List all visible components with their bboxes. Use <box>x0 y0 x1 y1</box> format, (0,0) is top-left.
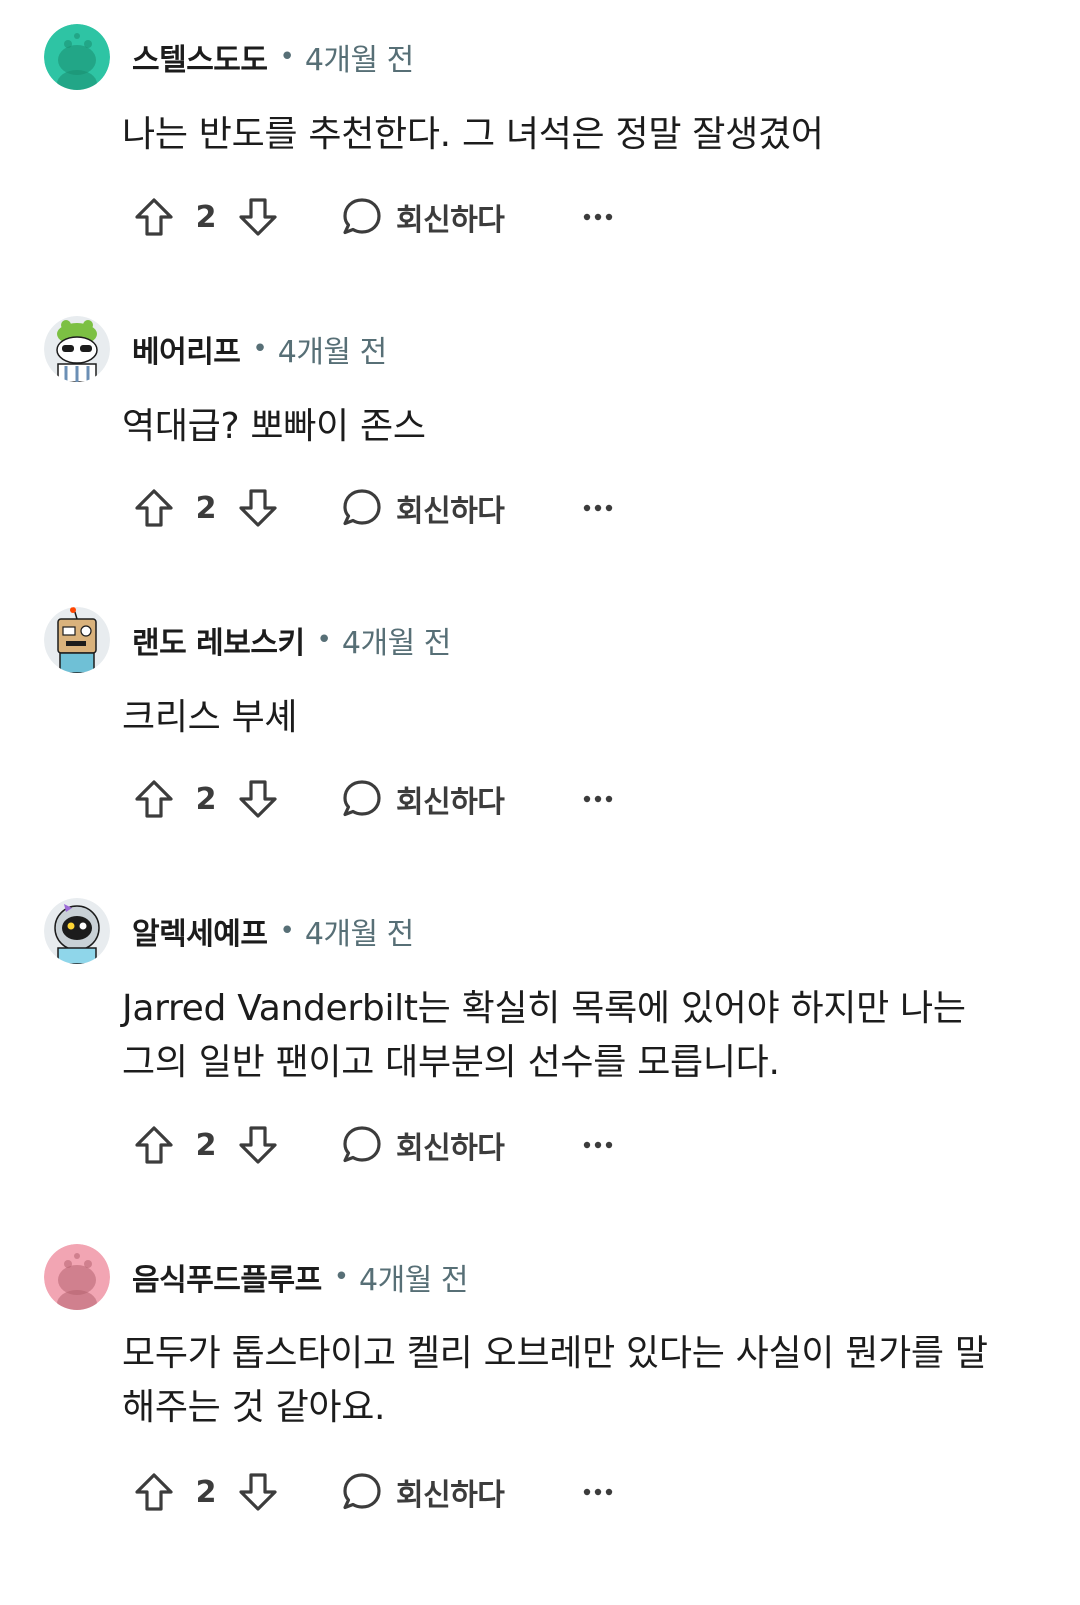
upvote-button[interactable] <box>130 193 178 241</box>
more-options-button[interactable] <box>574 484 622 532</box>
speech-bubble-icon <box>343 1473 381 1510</box>
downvote-button[interactable] <box>234 1468 282 1516</box>
speech-bubble-icon <box>343 198 381 235</box>
username[interactable]: 베어리프 <box>132 327 241 371</box>
comment-actions: 2 회신하다 <box>130 482 622 534</box>
comment-header: 알렉세예프 • 4개월 전 <box>44 898 414 964</box>
username[interactable]: 스텔스도도 <box>132 35 268 79</box>
vote-count: 2 <box>195 1474 217 1510</box>
upvote-arrow-icon <box>135 198 173 236</box>
user-avatar[interactable] <box>44 898 110 964</box>
user-avatar[interactable] <box>44 24 110 90</box>
downvote-arrow-icon <box>239 489 277 527</box>
reply-label: 회신하다 <box>396 1478 505 1513</box>
reply-button[interactable]: 회신하다 <box>340 777 505 821</box>
comment-body: 모두가 톱스타이고 켈리 오브레만 있다는 사실이 뭔가를 말 해주는 것 같아… <box>122 1327 1022 1435</box>
snoo-avatar-frog-hat-icon <box>44 316 110 382</box>
meta-separator: • <box>252 334 268 364</box>
comment-actions: 2 회신하다 <box>130 1466 622 1518</box>
username[interactable]: 랜도 레보스키 <box>132 618 305 662</box>
reply-label: 회신하다 <box>396 785 505 820</box>
meta-separator: • <box>316 625 332 655</box>
more-options-button[interactable] <box>574 775 622 823</box>
reply-button[interactable]: 회신하다 <box>340 486 505 530</box>
timestamp: 4개월 전 <box>341 626 451 661</box>
comment-body: 역대급? 뽀빠이 존스 <box>122 400 1022 454</box>
downvote-arrow-icon <box>239 1126 277 1164</box>
comment-header: 음식푸드플루프 • 4개월 전 <box>44 1244 468 1310</box>
snoo-avatar-box-robot-icon <box>44 607 110 673</box>
vote-count: 2 <box>195 781 217 817</box>
reply-label: 회신하다 <box>396 1131 505 1166</box>
comment-header: 랜도 레보스키 • 4개월 전 <box>44 607 451 673</box>
comment-body: Jarred Vanderbilt는 확실히 목록에 있어야 하지만 나는 그의… <box>122 982 1022 1090</box>
ellipsis-icon <box>584 795 613 803</box>
downvote-button[interactable] <box>234 775 282 823</box>
downvote-arrow-icon <box>239 1473 277 1511</box>
snoo-avatar-astronaut-icon <box>44 898 110 964</box>
comment-body-line: 모두가 톱스타이고 켈리 오브레만 있다는 사실이 뭔가를 말 <box>122 1333 988 1374</box>
upvote-button[interactable] <box>130 775 178 823</box>
upvote-arrow-icon <box>135 489 173 527</box>
comment-actions: 2 회신하다 <box>130 1119 622 1171</box>
comment-body-line: 나는 반도를 추천한다. 그 녀석은 정말 잘생겼어 <box>122 114 824 155</box>
comment-actions: 2 회신하다 <box>130 773 622 825</box>
downvote-button[interactable] <box>234 193 282 241</box>
comment-body-line: 크리스 부셰 <box>122 697 298 738</box>
upvote-arrow-icon <box>135 780 173 818</box>
reply-button[interactable]: 회신하다 <box>340 195 505 239</box>
upvote-button[interactable] <box>130 1121 178 1169</box>
downvote-button[interactable] <box>234 484 282 532</box>
ellipsis-icon <box>584 1488 613 1496</box>
more-options-button[interactable] <box>574 193 622 241</box>
upvote-arrow-icon <box>135 1126 173 1164</box>
comment-body: 크리스 부셰 <box>122 691 1022 745</box>
comment-header: 스텔스도도 • 4개월 전 <box>44 24 414 90</box>
comment-body: 나는 반도를 추천한다. 그 녀석은 정말 잘생겼어 <box>122 108 1022 162</box>
reply-button[interactable]: 회신하다 <box>340 1470 505 1514</box>
ellipsis-icon <box>584 213 613 221</box>
speech-bubble-icon <box>343 489 381 526</box>
user-avatar[interactable] <box>44 607 110 673</box>
downvote-button[interactable] <box>234 1121 282 1169</box>
vote-count: 2 <box>195 199 217 235</box>
vote-count: 2 <box>195 490 217 526</box>
reply-label: 회신하다 <box>396 494 505 529</box>
speech-bubble-icon <box>343 780 381 817</box>
timestamp: 4개월 전 <box>304 917 414 952</box>
downvote-arrow-icon <box>239 780 277 818</box>
comment-actions: 2 회신하다 <box>130 191 622 243</box>
upvote-button[interactable] <box>130 1468 178 1516</box>
speech-bubble-icon <box>343 1126 381 1163</box>
timestamp: 4개월 전 <box>304 43 414 78</box>
more-options-button[interactable] <box>574 1468 622 1516</box>
username[interactable]: 음식푸드플루프 <box>132 1255 322 1299</box>
timestamp: 4개월 전 <box>277 335 387 370</box>
more-options-button[interactable] <box>574 1121 622 1169</box>
user-avatar[interactable] <box>44 1244 110 1310</box>
user-avatar[interactable] <box>44 316 110 382</box>
snoo-avatar-pink-icon <box>44 1244 110 1310</box>
vote-count: 2 <box>195 1127 217 1163</box>
downvote-arrow-icon <box>239 198 277 236</box>
upvote-button[interactable] <box>130 484 178 532</box>
meta-separator: • <box>279 42 295 72</box>
comment-body-line: 역대급? 뽀빠이 존스 <box>122 406 426 447</box>
meta-separator: • <box>333 1262 350 1292</box>
username[interactable]: 알렉세예프 <box>132 909 268 953</box>
comment-header: 베어리프 • 4개월 전 <box>44 316 387 382</box>
ellipsis-icon <box>584 504 613 512</box>
comment-body-line: 그의 일반 팬이고 대부분의 선수를 모릅니다. <box>122 1042 780 1083</box>
snoo-avatar-green-icon <box>44 24 110 90</box>
upvote-arrow-icon <box>135 1473 173 1511</box>
reply-label: 회신하다 <box>396 203 505 238</box>
timestamp: 4개월 전 <box>359 1263 468 1298</box>
ellipsis-icon <box>584 1141 613 1149</box>
comment-body-line: Jarred Vanderbilt는 확실히 목록에 있어야 하지만 나는 <box>122 988 966 1029</box>
meta-separator: • <box>279 916 295 946</box>
comment-body-line: 해주는 것 같아요. <box>122 1387 386 1428</box>
reply-button[interactable]: 회신하다 <box>340 1123 505 1167</box>
